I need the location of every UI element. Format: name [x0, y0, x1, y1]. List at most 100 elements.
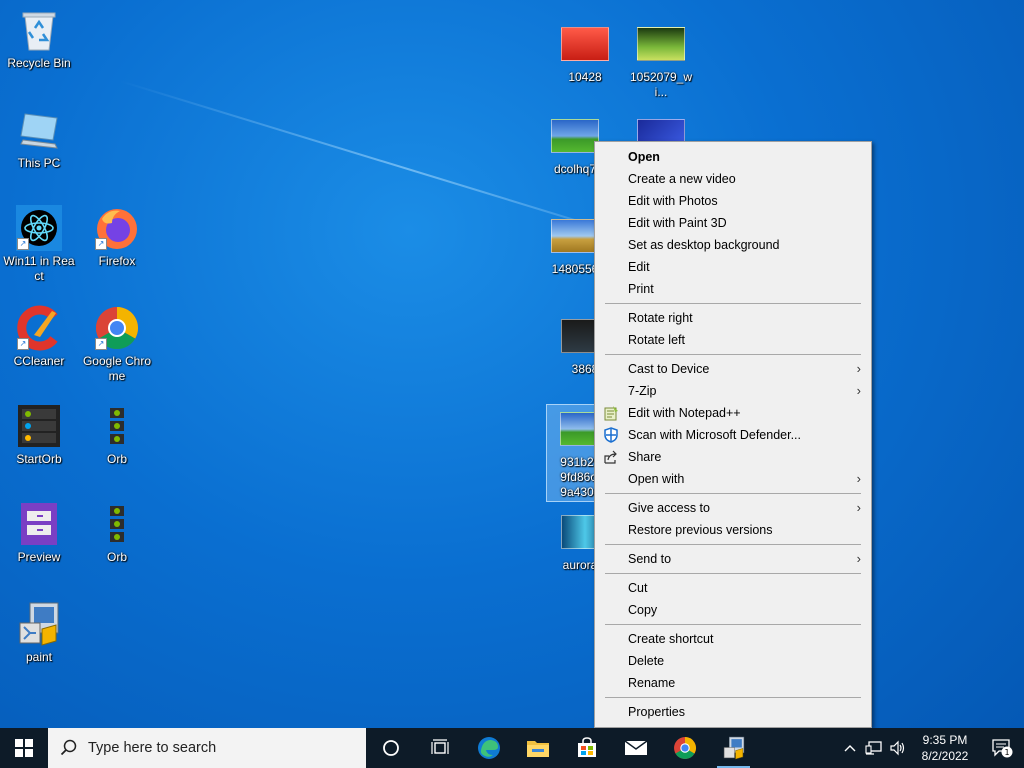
search-icon [60, 739, 77, 756]
chevron-right-icon: › [856, 551, 861, 566]
image-thumbnail-icon [551, 212, 599, 260]
desktop-icon-image-file[interactable]: 10428 [548, 20, 622, 85]
desktop-icon-label: 1052079_wi... [629, 70, 693, 99]
menu-item-send-to[interactable]: Send to › [595, 548, 871, 570]
recycle-bin-icon [15, 6, 63, 54]
notepad-plus-plus-icon [603, 405, 619, 421]
task-view-button[interactable] [415, 728, 464, 768]
taskbar-chrome[interactable] [660, 728, 709, 768]
show-hidden-icons-button[interactable] [838, 728, 862, 768]
menu-item-print[interactable]: Print [595, 278, 871, 300]
menu-item-cast-to-device[interactable]: Cast to Device › [595, 358, 871, 380]
menu-item-scan-with-defender[interactable]: Scan with Microsoft Defender... [595, 424, 871, 446]
menu-item-open[interactable]: Open [595, 146, 871, 168]
menu-separator [605, 573, 861, 574]
computer-icon [15, 106, 63, 154]
desktop-icon-firefox[interactable]: ↗ Firefox [80, 204, 154, 269]
volume-button[interactable] [886, 728, 910, 768]
desktop-icon-label: 1480556 [551, 262, 599, 276]
context-menu: Open Create a new video Edit with Photos… [594, 141, 872, 728]
orb-icon [93, 500, 141, 548]
taskbar-edge[interactable] [464, 728, 513, 768]
chevron-up-icon [844, 745, 856, 752]
menu-item-label: Print [628, 282, 654, 296]
menu-item-create-shortcut[interactable]: Create shortcut [595, 628, 871, 650]
firefox-icon: ↗ [93, 204, 141, 252]
desktop-icon-google-chrome[interactable]: ↗ Google Chrome [80, 304, 154, 384]
taskbar-installer-app[interactable] [709, 728, 758, 768]
chevron-right-icon: › [856, 361, 861, 376]
menu-item-edit-with-notepad-plus-plus[interactable]: Edit with Notepad++ [595, 402, 871, 424]
menu-item-label: Rotate left [628, 333, 685, 347]
desktop-icon-label: 10428 [568, 70, 602, 84]
menu-item-rotate-right[interactable]: Rotate right [595, 307, 871, 329]
menu-item-label: Edit with Paint 3D [628, 216, 727, 230]
menu-item-label: Cut [628, 581, 648, 595]
ccleaner-icon: ↗ [15, 304, 63, 352]
menu-item-edit-with-photos[interactable]: Edit with Photos [595, 190, 871, 212]
menu-item-set-as-desktop-background[interactable]: Set as desktop background [595, 234, 871, 256]
menu-item-label: Edit with Notepad++ [628, 406, 741, 420]
desktop-icon-win11-in-react[interactable]: ↗ Win11 in React [2, 204, 76, 284]
desktop-icon-preview[interactable]: Preview [2, 500, 76, 565]
cortana-button[interactable] [366, 728, 415, 768]
desktop-icon-ccleaner[interactable]: ↗ CCleaner [2, 304, 76, 369]
action-center-button[interactable]: 1 [980, 728, 1024, 768]
chrome-icon [673, 737, 696, 759]
clock-date: 8/2/2022 [921, 749, 969, 763]
menu-item-copy[interactable]: Copy [595, 599, 871, 621]
desktop-icon-startorb[interactable]: StartOrb [2, 402, 76, 467]
menu-item-rename[interactable]: Rename [595, 672, 871, 694]
menu-item-label: Open [628, 150, 660, 164]
speaker-icon [890, 740, 905, 756]
menu-item-delete[interactable]: Delete [595, 650, 871, 672]
menu-item-give-access-to[interactable]: Give access to › [595, 497, 871, 519]
menu-item-label: Rename [628, 676, 676, 690]
edge-icon [477, 737, 500, 759]
system-tray: 9:35 PM 8/2/2022 1 [838, 728, 1024, 768]
desktop-icon-label: Recycle Bin [7, 56, 71, 70]
menu-item-cut[interactable]: Cut [595, 577, 871, 599]
desktop-icon-image-file[interactable]: 1052079_wi... [624, 20, 698, 100]
menu-item-label: Send to [628, 552, 672, 566]
menu-item-create-new-video[interactable]: Create a new video [595, 168, 871, 190]
chevron-right-icon: › [856, 500, 861, 515]
network-button[interactable] [862, 728, 886, 768]
menu-item-label: Scan with Microsoft Defender... [628, 428, 801, 442]
desktop-icon-label: paint [25, 650, 53, 664]
menu-separator [605, 493, 861, 494]
menu-item-restore-previous-versions[interactable]: Restore previous versions [595, 519, 871, 541]
cortana-circle-icon [382, 740, 399, 756]
notification-icon: 1 [992, 739, 1013, 758]
desktop-icon-recycle-bin[interactable]: Recycle Bin [2, 6, 76, 71]
menu-item-open-with[interactable]: Open with › [595, 468, 871, 490]
orb-icon [93, 402, 141, 450]
menu-item-rotate-left[interactable]: Rotate left [595, 329, 871, 351]
menu-item-properties[interactable]: Properties [595, 701, 871, 723]
taskbar-file-explorer[interactable] [513, 728, 562, 768]
desktop-icon-paint[interactable]: paint [2, 600, 76, 665]
menu-item-7zip[interactable]: 7-Zip › [595, 380, 871, 402]
menu-item-label: Restore previous versions [628, 523, 773, 537]
menu-item-label: Delete [628, 654, 665, 668]
desktop-icon-orb[interactable]: Orb [80, 500, 154, 565]
taskbar-microsoft-store[interactable] [562, 728, 611, 768]
menu-item-edit-with-paint-3d[interactable]: Edit with Paint 3D [595, 212, 871, 234]
taskbar-clock[interactable]: 9:35 PM 8/2/2022 [910, 732, 980, 764]
desktop-icon-this-pc[interactable]: This PC [2, 106, 76, 171]
preview-icon [15, 500, 63, 548]
start-button[interactable] [0, 728, 48, 768]
desktop-icon-orb[interactable]: Orb [80, 402, 154, 467]
taskbar-search-box[interactable]: Type here to search [48, 728, 366, 768]
search-placeholder: Type here to search [88, 740, 217, 756]
desktop-icon-label: Win11 in React [3, 254, 75, 283]
menu-item-share[interactable]: Share [595, 446, 871, 468]
defender-shield-icon [603, 427, 619, 443]
react-icon: ↗ [15, 204, 63, 252]
menu-item-label: Open with [628, 472, 685, 486]
menu-separator [605, 624, 861, 625]
menu-item-edit[interactable]: Edit [595, 256, 871, 278]
taskbar-mail[interactable] [611, 728, 660, 768]
menu-separator [605, 697, 861, 698]
menu-item-label: Properties [628, 705, 685, 719]
